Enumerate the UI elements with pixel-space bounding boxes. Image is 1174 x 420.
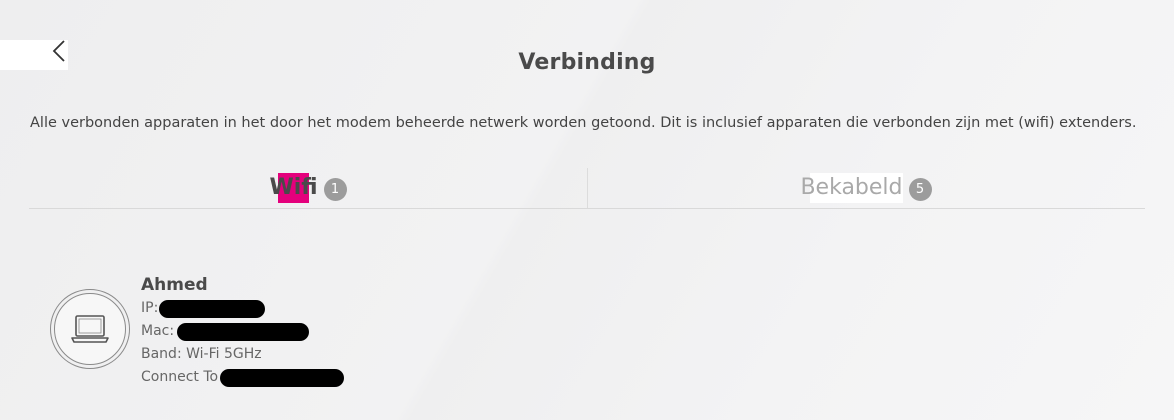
tab-wired-label: Bekabeld	[800, 173, 903, 203]
redacted-ip-value	[159, 299, 266, 318]
laptop-icon	[71, 315, 109, 343]
tab-wifi-label: Wifi	[269, 173, 318, 203]
device-band-text: Band: Wi-Fi 5GHz	[141, 346, 262, 362]
device-mac-label: Mac:	[141, 323, 175, 339]
device-name: Ahmed	[141, 275, 208, 295]
device-avatar	[50, 289, 130, 369]
page-description: Alle verbonden apparaten in het door het…	[30, 115, 1137, 131]
device-mac-row: Mac:	[141, 320, 344, 343]
tab-wifi-count-badge: 1	[323, 177, 347, 201]
device-connect-label: Connect To	[141, 369, 219, 385]
redacted-connect-value	[220, 368, 345, 387]
device-ip-row: IP:	[141, 297, 344, 320]
device-band-row: Band: Wi-Fi 5GHz	[141, 343, 344, 366]
device-avatar-inner	[54, 293, 126, 365]
redacted-mac-value	[177, 322, 310, 341]
connection-tabs: Wifi 1 Bekabeld 5	[29, 168, 1145, 209]
tab-wired-count-badge: 5	[908, 177, 932, 201]
page-title: Verbinding	[518, 50, 656, 75]
device-connect-row: Connect To	[141, 366, 345, 389]
device-ip-label: IP:	[141, 300, 159, 316]
tab-wired[interactable]: Bekabeld 5	[587, 168, 1145, 208]
device-info: Ahmed IP: Mac: Band: Wi-Fi 5GHz Connect …	[141, 274, 345, 389]
tab-wifi[interactable]: Wifi 1	[29, 168, 587, 208]
device-card[interactable]: Ahmed IP: Mac: Band: Wi-Fi 5GHz Connect …	[50, 272, 550, 392]
